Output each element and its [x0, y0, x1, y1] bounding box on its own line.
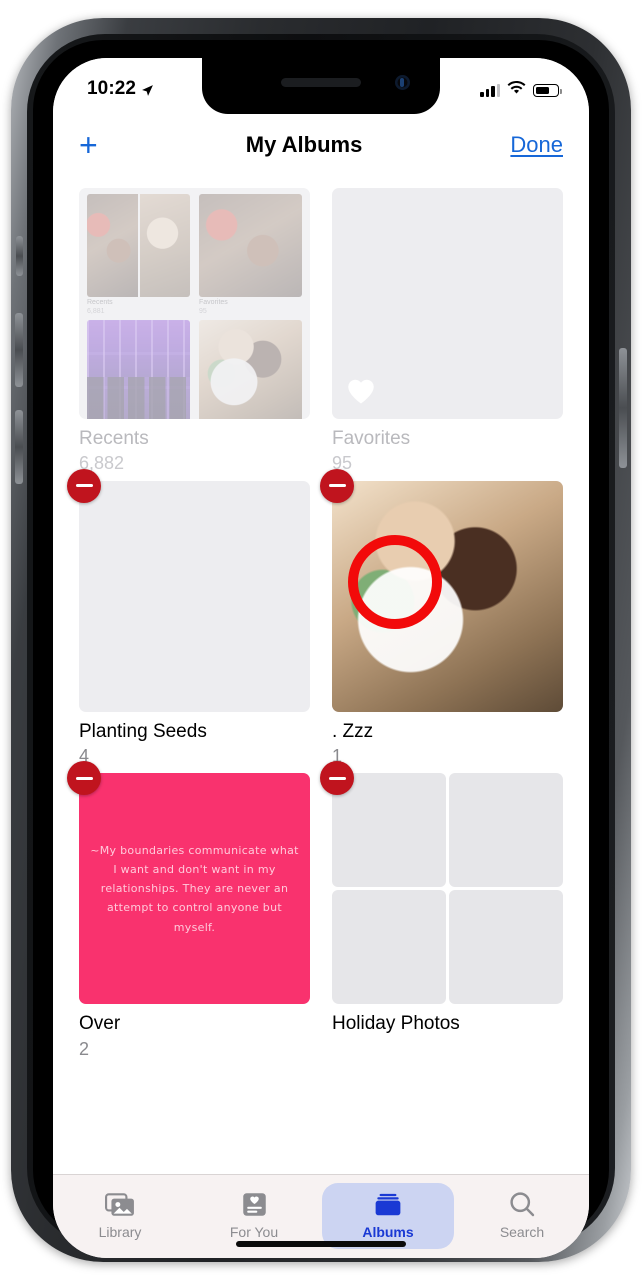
album-name: Recents: [79, 428, 149, 449]
earpiece-speaker: [281, 78, 361, 87]
done-button[interactable]: Done: [510, 132, 563, 158]
album-thumb-wrap: [332, 188, 563, 419]
album-thumb-wrap: ~My boundaries communicate what I want a…: [67, 761, 310, 1005]
nested-album-name: Recents: [87, 299, 113, 306]
album-thumbnail-favorites[interactable]: [332, 188, 563, 419]
album-name: Over: [79, 1013, 121, 1035]
album-cell-zzz[interactable]: . Zzz 1: [320, 468, 563, 768]
album-cell-over[interactable]: ~My boundaries communicate what I want a…: [67, 761, 310, 1060]
album-name: . Zzz: [332, 720, 374, 742]
album-thumb-wrap: Recents 6,881 Favorites 95: [79, 188, 310, 419]
page-title: My Albums: [245, 132, 363, 157]
album-thumbnail-recents[interactable]: Recents 6,881 Favorites 95: [79, 188, 310, 419]
album-thumbnail-over[interactable]: ~My boundaries communicate what I want a…: [79, 773, 310, 1005]
tab-albums[interactable]: Albums: [321, 1183, 455, 1249]
photo-children-hugging: [332, 480, 563, 712]
device-notch: [202, 58, 440, 114]
heart-card-icon: [237, 1189, 271, 1219]
magnifying-glass-icon: [505, 1189, 539, 1219]
power-button[interactable]: [619, 348, 627, 468]
home-indicator[interactable]: [236, 1241, 406, 1247]
blue-folder-icon: [371, 1189, 405, 1219]
recursive-albums-screenshot: Recents 6,881 Favorites 95: [79, 188, 310, 419]
status-time: 10:22: [87, 78, 137, 99]
album-thumb-wrap: [320, 761, 563, 1005]
album-cell-planting-seeds[interactable]: Planting Seeds 4: [67, 468, 310, 768]
volume-up-button[interactable]: [15, 313, 23, 387]
album-count: 6,882: [79, 453, 125, 474]
volume-down-button[interactable]: [15, 410, 23, 484]
delete-badge-zzz[interactable]: [320, 468, 354, 503]
nested-album-count: 95: [199, 307, 207, 315]
wifi-icon: [507, 80, 526, 100]
tab-label: For You: [229, 1224, 279, 1240]
status-bar-left: 10:22: [87, 78, 154, 100]
tab-search[interactable]: Search: [455, 1183, 589, 1240]
tab-library[interactable]: Library: [53, 1183, 187, 1240]
mute-switch[interactable]: [16, 236, 23, 276]
album-cell-recents[interactable]: Recents 6,881 Favorites 95 Recents 6,882: [79, 188, 310, 475]
album-thumbnail-planting-seeds[interactable]: [79, 480, 310, 712]
empty-album-placeholder: [332, 773, 563, 1005]
album-thumb-wrap: [320, 468, 563, 712]
album-count: 1: [332, 746, 343, 767]
album-count: 2: [79, 1038, 90, 1059]
album-cell-favorites[interactable]: Favorites 95: [332, 188, 563, 475]
albums-grid: Recents 6,881 Favorites 95 Recents 6,882…: [53, 176, 589, 1060]
quote-card-text: ~My boundaries communicate what I want a…: [90, 843, 299, 934]
album-name: Favorites: [332, 428, 411, 449]
tab-for-you[interactable]: For You: [187, 1183, 321, 1240]
album-name: Holiday Photos: [332, 1013, 460, 1035]
location-arrow-icon: [141, 84, 154, 97]
album-cell-holiday-photos[interactable]: Holiday Photos: [320, 761, 563, 1060]
navigation-bar: + My Albums Done: [53, 114, 589, 176]
battery-icon: [533, 84, 562, 97]
pink-quote-card: ~My boundaries communicate what I want a…: [79, 773, 310, 1005]
screenshot-scene: 10:22 + My Albums Done Recents 6,881 Fav…: [0, 0, 642, 1280]
albums-scroll-area[interactable]: Recents 6,881 Favorites 95 Recents 6,882…: [53, 176, 589, 1174]
delete-badge-planting-seeds[interactable]: [67, 468, 101, 503]
status-bar-right: [480, 78, 562, 100]
album-thumb-wrap: [67, 468, 310, 712]
add-album-button[interactable]: +: [79, 129, 98, 161]
tab-label: Search: [499, 1224, 545, 1240]
iphone-device-frame: 10:22 + My Albums Done Recents 6,881 Fav…: [11, 18, 631, 1262]
album-thumbnail-zzz[interactable]: [332, 480, 563, 712]
nested-album-name: Favorites: [199, 299, 228, 306]
front-camera-icon: [395, 75, 410, 90]
heart-icon: [346, 377, 376, 405]
nested-album-count: 6,881: [87, 307, 105, 315]
tab-label: Albums: [362, 1224, 414, 1240]
cellular-bars-icon: [480, 84, 500, 97]
album-count: 95: [332, 453, 353, 474]
album-count: 4: [79, 746, 90, 767]
album-thumbnail-holiday-photos[interactable]: [332, 773, 563, 1005]
photo-stack-icon: [103, 1189, 137, 1219]
phone-screen: 10:22 + My Albums Done Recents 6,881 Fav…: [53, 58, 589, 1258]
album-name: Planting Seeds: [79, 720, 207, 742]
tab-label: Library: [98, 1224, 142, 1240]
